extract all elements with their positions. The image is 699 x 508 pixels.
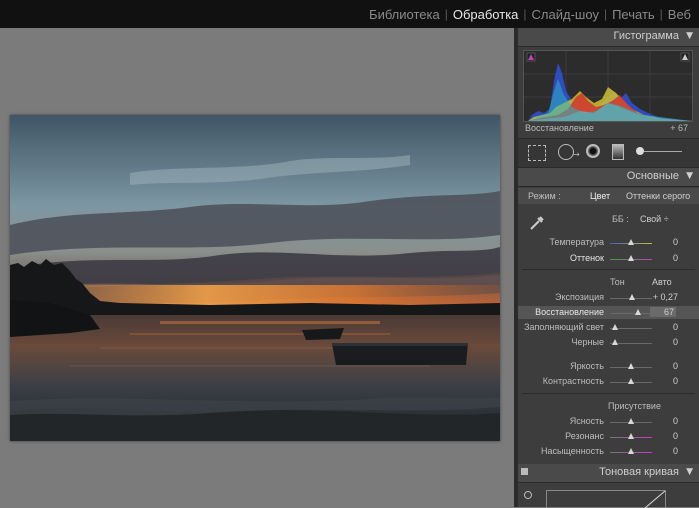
brightness-label: Яркость bbox=[570, 361, 604, 371]
module-web[interactable]: Веб bbox=[666, 7, 693, 22]
adjustment-brush-icon[interactable] bbox=[636, 147, 644, 155]
saturation-thumb[interactable] bbox=[628, 448, 634, 454]
module-print[interactable]: Печать bbox=[610, 7, 657, 22]
temperature-label: Температура bbox=[549, 237, 604, 247]
collapse-triangle-icon[interactable]: ▼ bbox=[686, 171, 693, 181]
temperature-thumb[interactable] bbox=[628, 239, 634, 245]
fill-light-thumb[interactable] bbox=[612, 324, 618, 330]
contrast-thumb[interactable] bbox=[628, 378, 634, 384]
fill-light-value[interactable]: 0 bbox=[648, 322, 678, 332]
module-separator: | bbox=[444, 7, 448, 21]
recovery-label: Восстановление bbox=[535, 307, 604, 317]
crop-tool-icon[interactable] bbox=[528, 145, 546, 161]
section-divider bbox=[522, 269, 695, 270]
clarity-label: Ясность bbox=[569, 416, 604, 426]
basic-title: Основные bbox=[626, 170, 679, 182]
module-develop[interactable]: Обработка bbox=[451, 7, 521, 22]
tint-thumb[interactable] bbox=[628, 255, 634, 261]
vibrance-thumb[interactable] bbox=[628, 433, 634, 439]
exposure-label: Экспозиция bbox=[555, 292, 604, 302]
recovery-thumb[interactable] bbox=[635, 309, 641, 315]
tone-label: Тон bbox=[610, 277, 625, 287]
tone-curve-graph[interactable] bbox=[546, 490, 666, 508]
histogram-title: Гистограмма bbox=[613, 30, 679, 42]
tint-value[interactable]: 0 bbox=[648, 253, 678, 263]
module-separator: | bbox=[523, 7, 527, 21]
collapse-triangle-icon[interactable]: ▼ bbox=[686, 31, 693, 41]
tool-strip: → bbox=[518, 138, 699, 168]
basic-header[interactable]: Основные ▼ bbox=[518, 168, 699, 187]
histogram-header[interactable]: Гистограмма ▼ bbox=[518, 28, 699, 47]
module-library[interactable]: Библиотека bbox=[367, 7, 442, 22]
histogram-graph bbox=[524, 51, 692, 121]
module-picker: Библиотека | Обработка | Слайд-шоу | Печ… bbox=[367, 0, 693, 28]
saturation-value[interactable]: 0 bbox=[648, 446, 678, 456]
target-adjustment-icon[interactable] bbox=[524, 491, 532, 499]
treatment-row: Режим : Цвет Оттенки серого bbox=[518, 188, 699, 204]
right-panel: Гистограмма ▼ Восстановление + 67 → Осно… bbox=[518, 28, 699, 508]
saturation-label: Насыщенность bbox=[540, 446, 604, 456]
white-balance-eyedropper-icon[interactable] bbox=[528, 214, 546, 232]
adjustment-brush-line-icon bbox=[644, 151, 682, 152]
module-separator: | bbox=[603, 7, 608, 21]
brightness-value[interactable]: 0 bbox=[648, 361, 678, 371]
exposure-thumb[interactable] bbox=[629, 294, 635, 300]
photo-preview[interactable] bbox=[10, 115, 500, 441]
blacks-label: Черные bbox=[571, 337, 604, 347]
module-separator: | bbox=[659, 7, 663, 21]
module-bar: Библиотека | Обработка | Слайд-шоу | Печ… bbox=[0, 0, 699, 28]
red-eye-icon[interactable] bbox=[586, 144, 600, 158]
auto-tone-button[interactable]: Авто bbox=[652, 277, 672, 287]
contrast-label: Контрастность bbox=[542, 376, 604, 386]
tone-curve-header[interactable]: Тоновая кривая ▼ bbox=[518, 464, 699, 483]
blacks-thumb[interactable] bbox=[612, 339, 618, 345]
treatment-grayscale-button[interactable]: Оттенки серого bbox=[626, 191, 690, 201]
section-divider bbox=[522, 393, 695, 394]
sunset-photo bbox=[10, 115, 500, 441]
presence-label: Присутствие bbox=[608, 401, 661, 411]
recovery-value[interactable]: 67 bbox=[650, 307, 676, 317]
tone-curve-title: Тоновая кривая bbox=[599, 466, 679, 478]
tint-label: Оттенок bbox=[569, 253, 604, 263]
recovery-track[interactable] bbox=[610, 313, 652, 314]
vibrance-label: Резонанс bbox=[565, 431, 604, 441]
collapse-triangle-icon[interactable]: ▼ bbox=[686, 467, 693, 477]
spot-removal-icon[interactable] bbox=[558, 144, 574, 160]
histogram bbox=[523, 50, 693, 122]
brightness-thumb[interactable] bbox=[628, 363, 634, 369]
fill-light-label: Заполняющий свет bbox=[524, 322, 604, 332]
exposure-value[interactable]: + 0,27 bbox=[648, 292, 678, 302]
wb-label: ББ : bbox=[612, 214, 629, 224]
histogram-footer-label: Восстановление bbox=[525, 123, 594, 133]
blacks-value[interactable]: 0 bbox=[648, 337, 678, 347]
contrast-value[interactable]: 0 bbox=[648, 376, 678, 386]
treatment-color-button[interactable]: Цвет bbox=[590, 191, 610, 201]
panel-toggle-icon[interactable] bbox=[521, 468, 528, 475]
treatment-label: Режим : bbox=[528, 191, 561, 201]
wb-select[interactable]: Свой ÷ bbox=[640, 214, 669, 224]
clarity-value[interactable]: 0 bbox=[648, 416, 678, 426]
histogram-footer-value: + 67 bbox=[670, 123, 688, 133]
graduated-filter-icon[interactable] bbox=[612, 144, 624, 160]
temperature-value[interactable]: 0 bbox=[648, 237, 678, 247]
vibrance-value[interactable]: 0 bbox=[648, 431, 678, 441]
clarity-thumb[interactable] bbox=[628, 418, 634, 424]
module-slideshow[interactable]: Слайд-шоу bbox=[530, 7, 601, 22]
spot-removal-arrow-icon: → bbox=[573, 150, 580, 159]
